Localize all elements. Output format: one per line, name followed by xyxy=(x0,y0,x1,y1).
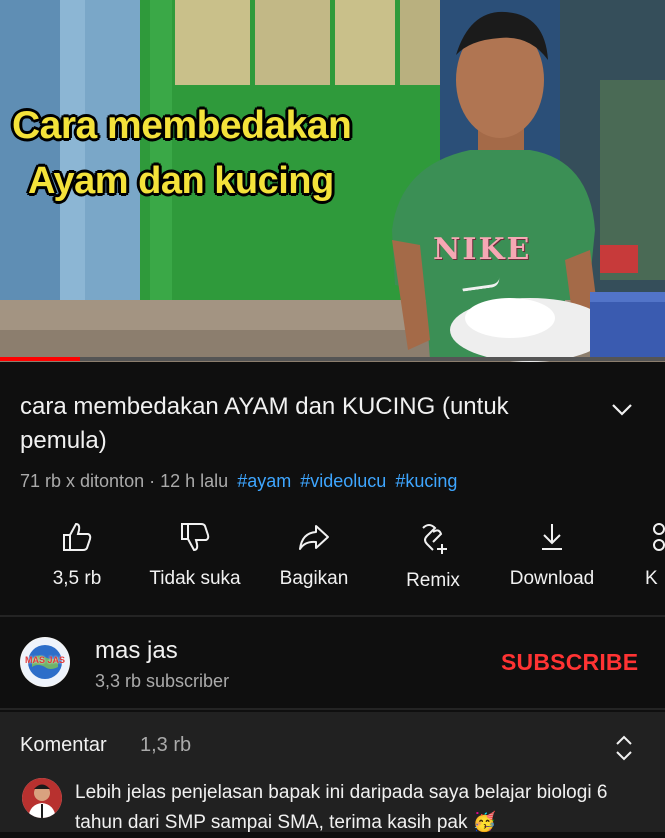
like-button[interactable]: 3,5 rb xyxy=(42,520,112,590)
expand-collapse-icon[interactable] xyxy=(612,734,636,762)
remix-label: Remix xyxy=(406,570,460,591)
thumbs-up-icon xyxy=(63,522,92,551)
video-progress-fill xyxy=(0,357,80,361)
channel-avatar-text: MAS JAS xyxy=(24,655,65,665)
channel-name[interactable]: mas jas xyxy=(95,637,178,665)
top-comment-text: Lebih jelas penjelasan bapak ini daripad… xyxy=(75,782,608,833)
share-button[interactable]: Bagikan xyxy=(268,520,360,590)
video-meta: 71 rb x ditonton · 12 h lalu #ayam #vide… xyxy=(20,471,457,492)
divider-bottom xyxy=(0,708,665,710)
share-arrow-icon xyxy=(299,525,329,550)
action-row: 3,5 rb Tidak suka Bagikan Remix Download… xyxy=(0,520,665,610)
remix-icon xyxy=(422,524,447,554)
commenter-avatar[interactable] xyxy=(22,778,62,818)
view-count: 71 rb x ditonton xyxy=(20,471,145,491)
dislike-button[interactable]: Tidak suka xyxy=(140,520,250,590)
comments-count: 1,3 rb xyxy=(140,734,192,756)
chevron-down-icon[interactable] xyxy=(608,400,636,420)
upload-time: 12 h lalu xyxy=(160,471,229,491)
download-icon xyxy=(542,524,562,550)
video-caption-line1: Cara membedakan xyxy=(12,104,352,147)
comments-heading: Komentar xyxy=(20,734,107,756)
meta-separator: · xyxy=(149,471,156,491)
like-count: 3,5 rb xyxy=(52,568,102,589)
download-label: Download xyxy=(509,568,595,589)
shirt-logo-text: NIKE xyxy=(433,232,532,267)
clip-icon xyxy=(653,523,665,551)
remix-button[interactable]: Remix xyxy=(392,520,474,592)
comments-panel[interactable]: Komentar 1,3 rb Lebih jelas penjelasan b… xyxy=(0,712,665,833)
more-actions-label: K xyxy=(645,568,658,589)
hashtag-videolucu[interactable]: #videolucu xyxy=(300,471,386,491)
more-actions-button[interactable]: K xyxy=(645,520,665,590)
video-player[interactable]: Cara membedakan Ayam dan kucing NIKE xyxy=(0,0,665,362)
commenter-photo xyxy=(22,778,62,818)
share-label: Bagikan xyxy=(279,568,349,589)
dislike-label: Tidak suka xyxy=(149,568,241,589)
hashtag-kucing[interactable]: #kucing xyxy=(395,471,457,491)
hashtag-ayam[interactable]: #ayam xyxy=(237,471,291,491)
download-button[interactable]: Download xyxy=(500,520,604,590)
subscriber-count: 3,3 rb subscriber xyxy=(95,671,230,691)
channel-avatar[interactable]: MAS JAS xyxy=(20,637,70,687)
video-title[interactable]: cara membedakan AYAM dan KUCING (untuk p… xyxy=(20,390,580,458)
thumbs-down-icon xyxy=(181,523,210,552)
subscribe-button[interactable]: SUBSCRIBE xyxy=(501,649,638,676)
video-caption-line2: Ayam dan kucing xyxy=(28,160,334,202)
video-progress-bar[interactable] xyxy=(0,357,665,361)
divider-top xyxy=(0,615,665,617)
